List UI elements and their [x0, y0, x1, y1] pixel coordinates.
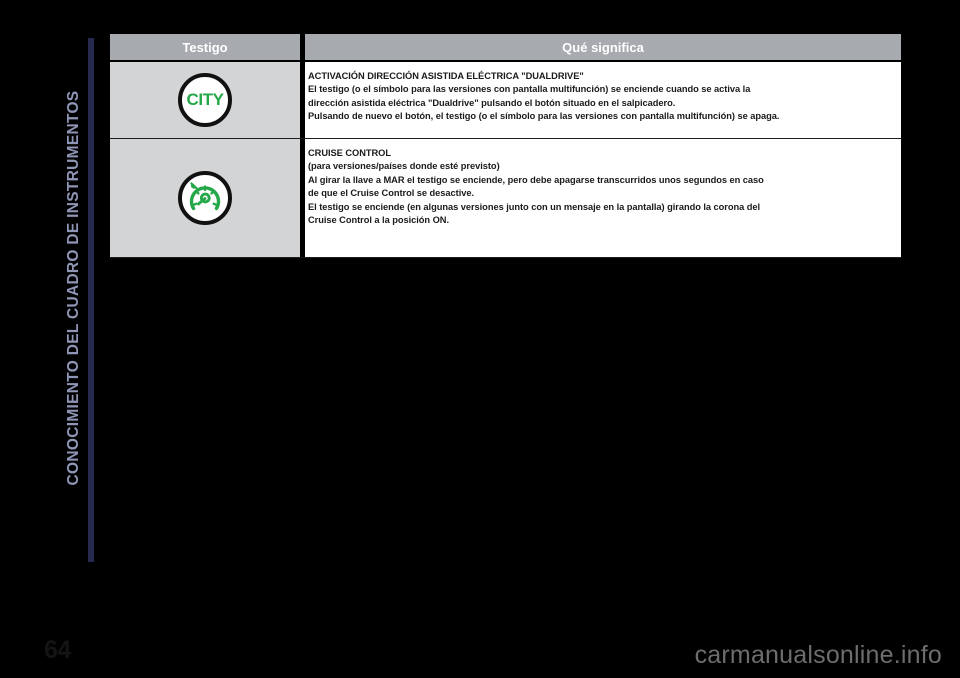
table-header-meaning: Qué significa — [305, 34, 901, 60]
description-line: Cruise Control a la posición ON. — [308, 215, 449, 226]
table-header-row: Testigo Qué significa — [110, 34, 901, 60]
description-line: de que el Cruise Control se desactive. — [308, 188, 475, 199]
description-line: Al girar la llave a MAR el testigo se en… — [308, 174, 764, 185]
description-line: El testigo se enciende (en algunas versi… — [308, 201, 761, 212]
description-line: El testigo (o el símbolo para las versio… — [308, 84, 751, 94]
city-telltale-icon: CITY — [178, 73, 232, 127]
chapter-title: CONOCIMIENTO DEL CUADRO DE INSTRUMENTOS — [65, 90, 82, 486]
description-title: ACTIVACIÓN DIRECCIÓN ASISTIDA ELÉCTRICA … — [308, 71, 584, 81]
table-header-symbol: Testigo — [110, 34, 300, 60]
telltale-description-cell: ACTIVACIÓN DIRECCIÓN ASISTIDA ELÉCTRICA … — [305, 62, 901, 138]
site-watermark: carmanualsonline.info — [694, 641, 942, 669]
description-line: (para versiones/países donde esté previs… — [308, 161, 500, 171]
description-line: Pulsando de nuevo el botón, el testigo (… — [308, 111, 780, 122]
table-row: CITY ACTIVACIÓN DIRECCIÓN ASISTIDA ELÉCT… — [110, 62, 901, 139]
table-row: CRUISE CONTROL (para versiones/países do… — [110, 139, 901, 258]
manual-page: CONOCIMIENTO DEL CUADRO DE INSTRUMENTOS … — [0, 0, 960, 678]
cruise-control-telltale-icon — [178, 171, 232, 225]
city-icon-label: CITY — [186, 90, 224, 109]
telltale-table: Testigo Qué significa CITY ACTIVACIÓN DI… — [110, 34, 901, 258]
page-number: 64 — [44, 636, 71, 664]
telltale-symbol-cell: CITY — [110, 62, 300, 138]
speedometer-icon — [189, 182, 221, 211]
telltale-symbol-cell — [110, 139, 300, 257]
chapter-sidebar: CONOCIMIENTO DEL CUADRO DE INSTRUMENTOS — [46, 38, 102, 562]
description-line: dirección asistida eléctrica "Dualdrive"… — [308, 97, 676, 108]
description-title: CRUISE CONTROL — [308, 148, 391, 158]
telltale-description-cell: CRUISE CONTROL (para versiones/países do… — [305, 139, 901, 257]
